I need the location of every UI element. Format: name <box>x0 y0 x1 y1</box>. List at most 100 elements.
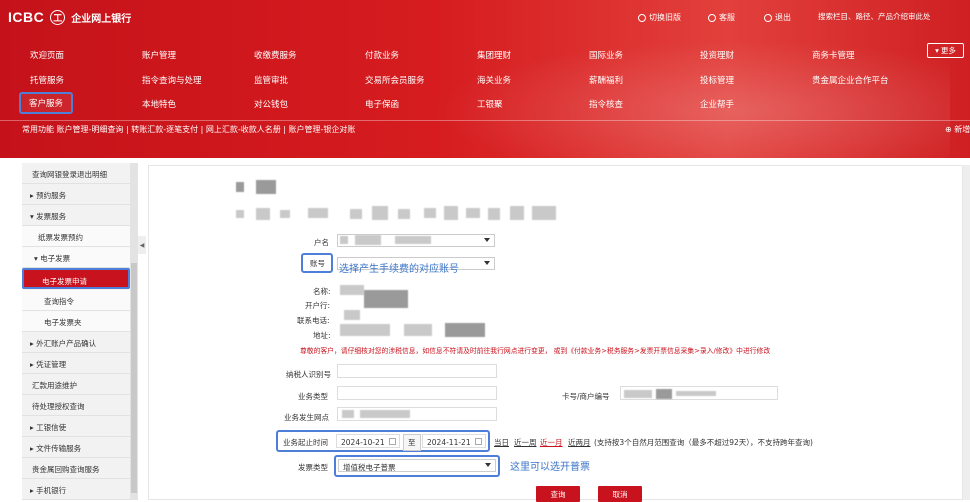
menu-group-finance[interactable]: 集团理财 <box>477 49 511 61</box>
tax-info-notice: 尊敬的客户，请仔细核对您的涉税信息，如信息不符请及时前往我行网点进行变更， 或到… <box>300 347 771 355</box>
contact-phone-label: 联系电话: <box>297 316 330 325</box>
blurred-text <box>532 206 556 220</box>
blurred-text <box>350 209 362 219</box>
blurred-text <box>342 410 354 418</box>
quick-two-months-link[interactable]: 近两月 <box>568 437 591 448</box>
blurred-text <box>256 180 276 194</box>
menu-precious-metals[interactable]: 贵金属企业合作平台 <box>812 74 889 86</box>
sidebar-item-paper-invoice[interactable]: 纸票发票预约 <box>22 226 130 247</box>
menu-icbc-ju[interactable]: 工银聚 <box>477 98 503 110</box>
business-type-label: 业务类型 <box>298 392 328 401</box>
sidebar-scroll-thumb[interactable] <box>131 263 137 493</box>
menu-local-features[interactable]: 本地特色 <box>142 98 176 110</box>
business-type-field[interactable] <box>337 386 497 400</box>
blurred-text <box>236 210 244 218</box>
quick-week-link[interactable]: 近一周 <box>514 437 537 448</box>
menu-welcome[interactable]: 欢迎页面 <box>30 49 64 61</box>
blurred-text <box>424 208 436 218</box>
menu-instruction-check[interactable]: 指令核查 <box>589 98 623 110</box>
sidebar-item-invoice-service[interactable]: ▾ 发票服务 <box>22 205 130 226</box>
calendar-icon[interactable] <box>475 438 482 445</box>
headset-icon <box>708 13 716 22</box>
period-hint: (支持按3个自然月范围查询（最多不超过92天），不支持跨年查询) <box>594 438 813 447</box>
payer-name-label: 名称: <box>313 287 331 296</box>
sidebar: 查询网银登录退出明细 ▸ 预约服务 ▾ 发票服务 纸票发票预约 ▾ 电子发票 电… <box>22 163 138 500</box>
sidebar-item-reservation[interactable]: ▸ 预约服务 <box>22 184 130 205</box>
sidebar-item-e-invoice-folder[interactable]: 电子发票夹 <box>22 311 130 332</box>
menu-payments[interactable]: 付款业务 <box>365 49 399 61</box>
menu-custody[interactable]: 托管服务 <box>30 74 64 86</box>
sidebar-item-fx-account[interactable]: ▸ 外汇账户产品确认 <box>22 332 130 353</box>
search-input[interactable]: 搜索栏目、路径、产品介绍审此处 <box>812 8 970 26</box>
menu-account-management[interactable]: 账户管理 <box>142 49 176 61</box>
blurred-text <box>445 323 485 337</box>
invoice-type-label: 发票类型 <box>298 463 328 472</box>
logo-seal-icon: 工 <box>50 9 66 25</box>
sidebar-item-e-invoice-apply[interactable]: 电子发票申请 <box>22 268 130 289</box>
blurred-text <box>372 206 388 220</box>
page-scrollbar[interactable] <box>963 165 970 500</box>
menu-instruction-query[interactable]: 指令查询与处理 <box>142 74 202 86</box>
sidebar-item-login-log[interactable]: 查询网银登录退出明细 <box>22 163 130 184</box>
menu-corporate-wallet[interactable]: 对公钱包 <box>254 98 288 110</box>
menu-enterprise-helper[interactable]: 企业帮手 <box>700 98 734 110</box>
sidebar-item-pending-auth[interactable]: 待处理授权查询 <box>22 395 130 416</box>
sidebar-item-mobile-banking[interactable]: ▸ 手机银行 <box>22 479 130 500</box>
sidebar-item-query-instruction[interactable]: 查询指令 <box>22 290 130 311</box>
menu-bidding[interactable]: 投标管理 <box>700 74 734 86</box>
menu-payroll[interactable]: 薪酬福利 <box>589 74 623 86</box>
blurred-text <box>340 236 348 244</box>
menu-payment-collection[interactable]: 收缴费服务 <box>254 49 297 61</box>
switch-icon <box>638 13 646 22</box>
sidebar-item-e-invoice[interactable]: ▾ 电子发票 <box>22 247 130 268</box>
opening-bank-label: 开户行: <box>305 301 331 310</box>
quick-month-link[interactable]: 近一月 <box>540 437 563 448</box>
sidebar-item-metal-repo[interactable]: 贵金属回购查询服务 <box>22 458 130 479</box>
menu-exchange-member[interactable]: 交易所会员服务 <box>365 74 425 86</box>
sidebar-scrollbar[interactable] <box>130 163 138 500</box>
menu-customer-service[interactable]: 客户服务 <box>19 92 74 114</box>
collapse-sidebar-icon[interactable]: ◀ <box>138 236 146 254</box>
quick-today-link[interactable]: 当日 <box>494 437 509 448</box>
add-common-function-button[interactable]: ⊕ 新增 <box>945 124 970 135</box>
blurred-text <box>360 410 410 418</box>
blurred-text <box>398 209 410 219</box>
blurred-text <box>344 310 360 320</box>
blurred-text <box>395 236 431 244</box>
account-annotation: 选择产生手续费的对应账号 <box>339 264 459 275</box>
menu-approval[interactable]: 监管审批 <box>254 74 288 86</box>
business-branch-label: 业务发生网点 <box>284 413 329 422</box>
switch-version-link[interactable]: 切换旧版 <box>638 12 681 23</box>
end-date-value: 2024-11-21 <box>427 438 471 447</box>
menu-international[interactable]: 国际业务 <box>589 49 623 61</box>
chevron-down-icon <box>484 238 490 242</box>
menu-investment[interactable]: 投资理财 <box>700 49 734 61</box>
top-bar: ICBC 工 企业网上银行 切换旧版 客服 退出 搜索栏目、路径、产品介绍审此处 <box>0 0 970 34</box>
customer-service-label: 客服 <box>719 13 735 22</box>
sidebar-item-voucher[interactable]: ▸ 凭证管理 <box>22 353 130 374</box>
blurred-text <box>280 210 290 218</box>
menu-customs[interactable]: 海关业务 <box>477 74 511 86</box>
menu-e-guarantee[interactable]: 电子保函 <box>365 98 399 110</box>
sidebar-item-remit-purpose[interactable]: 汇款用途维护 <box>22 374 130 395</box>
blurred-text <box>308 208 328 218</box>
common-functions-links[interactable]: 常用功能 账户管理-明细查询 | 转账汇款-逐笔支付 | 网上汇款-收款人名册 … <box>22 125 355 134</box>
blurred-text <box>624 390 652 398</box>
invoice-type-select[interactable]: 增值税电子普票 <box>338 459 496 472</box>
sidebar-item-file-transfer[interactable]: ▸ 文件传输服务 <box>22 437 130 458</box>
menu-business-card[interactable]: 商务卡管理 <box>812 49 855 61</box>
blurred-text <box>676 391 716 396</box>
sidebar-item-icbc-messenger[interactable]: ▸ 工银信使 <box>22 416 130 437</box>
invoice-type-value: 增值税电子普票 <box>343 463 396 472</box>
logout-link[interactable]: 退出 <box>764 12 791 23</box>
bank-logo[interactable]: ICBC 工 企业网上银行 <box>8 9 131 25</box>
taxpayer-id-field[interactable] <box>337 364 497 378</box>
more-menu-button[interactable]: ▾ 更多 <box>927 43 964 58</box>
blurred-text <box>256 208 270 220</box>
account-number-label: 账号 <box>310 259 325 268</box>
calendar-icon[interactable] <box>389 438 396 445</box>
start-date-field[interactable]: 2024-10-21 <box>336 434 400 448</box>
end-date-field[interactable]: 2024-11-21 <box>422 434 486 448</box>
blurred-text <box>488 208 500 220</box>
customer-service-link[interactable]: 客服 <box>708 12 735 23</box>
